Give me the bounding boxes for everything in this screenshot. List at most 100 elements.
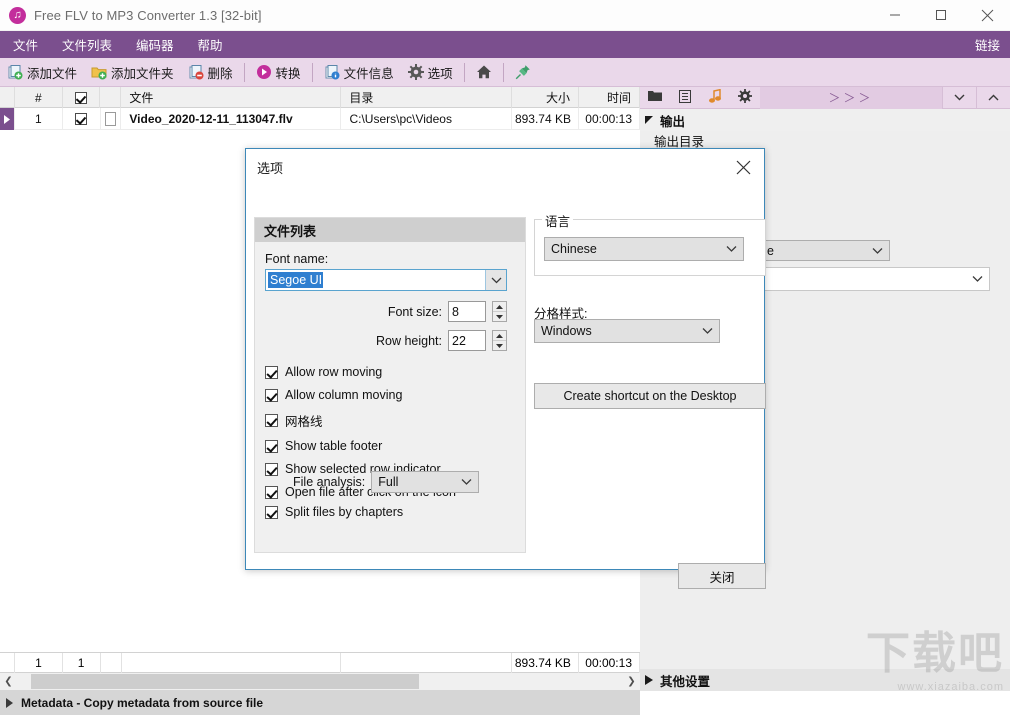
footer-indicator: [0, 653, 16, 673]
scrollbar-track[interactable]: [17, 673, 623, 690]
maximize-icon[interactable]: [918, 0, 964, 31]
file-info-button[interactable]: 文件信息: [317, 60, 401, 85]
add-folder-icon: [91, 64, 107, 80]
menu-item-help[interactable]: 帮助: [187, 31, 234, 58]
row-time: 00:00:13: [579, 108, 640, 130]
remove-file-button[interactable]: 删除: [181, 60, 240, 85]
output-section-title: 输出: [660, 114, 686, 129]
scrollbar-thumb[interactable]: [31, 674, 419, 689]
row-checkbox-box[interactable]: [75, 113, 88, 125]
pin-icon: [515, 64, 531, 80]
pin-button[interactable]: [508, 60, 538, 85]
create-shortcut-button[interactable]: Create shortcut on the Desktop: [534, 383, 766, 409]
minimize-icon[interactable]: [872, 0, 918, 31]
output-path-combo[interactable]: [760, 267, 990, 291]
chevron-down-icon: [461, 479, 472, 486]
header-checkbox[interactable]: [75, 91, 88, 104]
menu-item-links[interactable]: 链接: [975, 35, 1000, 54]
font-name-input[interactable]: Segoe UI: [265, 269, 507, 291]
scroll-left-icon[interactable]: ❮: [0, 673, 17, 690]
stepper-down-icon[interactable]: [493, 341, 506, 350]
tab-more[interactable]: ＞＞＞: [760, 86, 942, 109]
options-button[interactable]: 选项: [401, 60, 460, 85]
document-icon: [104, 112, 116, 126]
tab-list[interactable]: [670, 87, 700, 109]
chevron-down-icon: [726, 246, 737, 253]
font-size-input[interactable]: 8: [448, 301, 486, 322]
font-size-row: Font size: 8: [265, 301, 507, 322]
dialog-close-button[interactable]: 关闭: [678, 563, 766, 589]
checkbox-box[interactable]: [265, 414, 278, 427]
checkbox-box[interactable]: [265, 388, 278, 402]
close-icon[interactable]: [964, 0, 1010, 31]
home-button[interactable]: [469, 60, 499, 85]
checkbox-allow-column-moving[interactable]: Allow column moving: [265, 388, 517, 402]
col-size[interactable]: 大小: [512, 87, 579, 108]
metadata-label: Metadata - Copy metadata from source fil…: [21, 695, 264, 710]
tab-settings[interactable]: [730, 87, 760, 109]
col-time[interactable]: 时间: [579, 87, 640, 108]
file-analysis-value: Full: [378, 475, 399, 489]
menu-item-encoder[interactable]: 编码器: [125, 31, 185, 58]
metadata-bar[interactable]: Metadata - Copy metadata from source fil…: [0, 690, 640, 715]
convert-label: 转换: [275, 66, 301, 81]
checkbox-show-table-footer[interactable]: Show table footer: [265, 439, 517, 453]
window-title: Free FLV to MP3 Converter 1.3 [32-bit]: [34, 7, 262, 23]
col-icon: [100, 87, 122, 108]
close-icon[interactable]: [722, 152, 764, 182]
menu-item-file[interactable]: 文件: [2, 31, 49, 58]
file-info-label: 文件信息: [343, 66, 394, 81]
col-checkbox-header[interactable]: [63, 87, 101, 108]
window-controls: [872, 0, 1010, 31]
table-row[interactable]: 1 Video_2020-12-11_113047.flv C:\Users\p…: [0, 108, 640, 130]
horizontal-scrollbar[interactable]: ❮ ❯: [0, 673, 640, 690]
collapsed-triangle-icon[interactable]: [6, 697, 13, 708]
expanded-triangle-icon[interactable]: [645, 116, 653, 124]
col-number[interactable]: #: [15, 87, 63, 108]
tab-audio[interactable]: [700, 87, 730, 109]
row-file-icon[interactable]: [101, 108, 122, 130]
style-combo[interactable]: Windows: [534, 319, 720, 343]
convert-play-icon: [256, 64, 272, 80]
chevron-down-icon[interactable]: [942, 86, 976, 109]
row-height-stepper[interactable]: [492, 330, 507, 351]
checkbox-label: Allow column moving: [285, 388, 403, 402]
row-checkbox[interactable]: [63, 108, 101, 130]
toolbar-separator: [311, 62, 313, 82]
filelist-panel-header: 文件列表: [255, 218, 525, 242]
output-preset-combo[interactable]: e: [760, 240, 890, 261]
menu-item-filelist[interactable]: 文件列表: [51, 31, 123, 58]
footer-size: 893.74 KB: [512, 653, 579, 673]
tab-output-folder[interactable]: [640, 87, 670, 109]
row-indicator: [0, 108, 16, 130]
checkbox-box[interactable]: [265, 462, 278, 476]
add-folder-button[interactable]: 添加文件夹: [84, 60, 181, 85]
add-file-button[interactable]: 添加文件: [0, 60, 84, 85]
chevron-up-icon[interactable]: [976, 86, 1010, 109]
row-height-input[interactable]: 22: [448, 330, 486, 351]
output-section-header[interactable]: 输出: [640, 109, 1010, 131]
convert-button[interactable]: 转换: [249, 60, 308, 85]
chevron-down-icon[interactable]: [485, 270, 506, 290]
other-settings-header[interactable]: 其他设置: [640, 669, 1010, 691]
checkbox-allow-row-moving[interactable]: Allow row moving: [265, 365, 517, 379]
font-size-stepper[interactable]: [492, 301, 507, 322]
file-analysis-combo[interactable]: Full: [371, 471, 480, 493]
collapsed-triangle-icon[interactable]: [645, 675, 653, 685]
stepper-up-icon[interactable]: [493, 331, 506, 341]
dialog-title-bar: 选项: [246, 149, 764, 185]
col-file[interactable]: 文件: [121, 87, 342, 108]
scroll-right-icon[interactable]: ❯: [623, 673, 640, 690]
checkbox-label: Allow row moving: [285, 365, 383, 379]
stepper-down-icon[interactable]: [493, 312, 506, 321]
checkbox-split-files-by-chapters[interactable]: Split files by chapters: [265, 505, 403, 519]
checkbox-box[interactable]: [265, 485, 278, 499]
checkbox-gridlines[interactable]: 网格线: [265, 411, 517, 430]
checkbox-box[interactable]: [265, 439, 278, 453]
checkbox-box[interactable]: [265, 505, 278, 519]
stepper-up-icon[interactable]: [493, 302, 506, 312]
col-directory[interactable]: 目录: [341, 87, 513, 108]
language-combo[interactable]: Chinese: [544, 237, 744, 261]
chevron-down-icon: [872, 247, 883, 254]
checkbox-box[interactable]: [265, 365, 278, 379]
